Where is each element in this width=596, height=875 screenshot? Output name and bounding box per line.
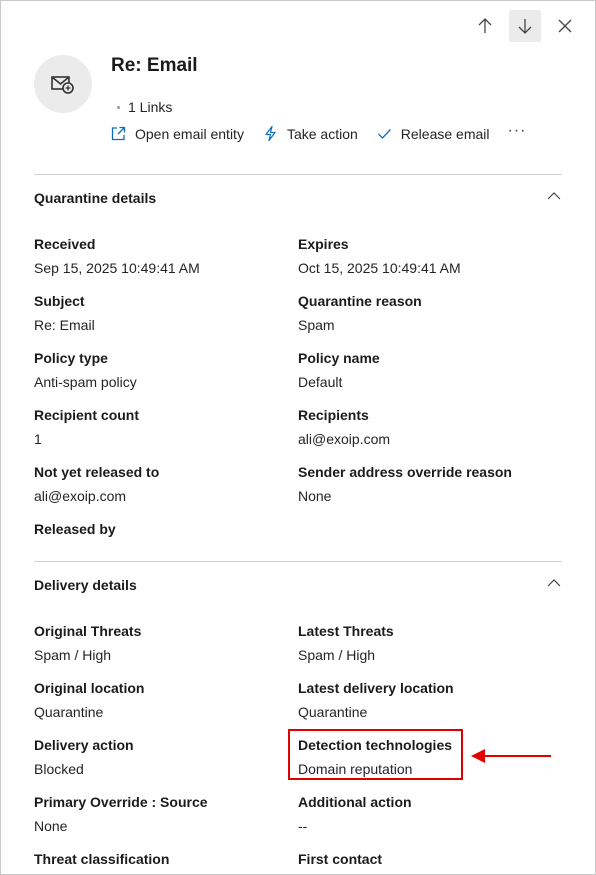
field-label: Delivery action xyxy=(34,737,134,753)
field-label: Policy type xyxy=(34,350,108,366)
field-label: Recipients xyxy=(298,407,369,423)
release-email-label: Release email xyxy=(400,125,490,142)
section-divider xyxy=(34,561,562,562)
close-icon xyxy=(558,19,572,33)
field-original-location: Original location Quarantine xyxy=(34,679,284,721)
field-subject: Subject Re: Email xyxy=(34,292,284,334)
field-label: Expires xyxy=(298,236,349,252)
field-label: Primary Override : Source xyxy=(34,794,208,810)
field-value: Quarantine xyxy=(298,704,368,720)
quarantine-details-title: Quarantine details xyxy=(34,190,157,206)
field-value: Sep 15, 2025 10:49:41 AM xyxy=(34,260,200,276)
field-label: Recipient count xyxy=(34,407,140,423)
links-count: 1 Links xyxy=(117,99,172,115)
field-released-by: Released by xyxy=(34,520,284,538)
field-value: ali@exoip.com xyxy=(298,431,391,447)
field-value: Spam / High xyxy=(34,647,112,663)
take-action-label: Take action xyxy=(286,125,358,142)
field-first-contact: First contact xyxy=(298,850,548,868)
field-recipient-count: Recipient count 1 xyxy=(34,406,284,448)
field-value: Default xyxy=(298,374,343,390)
field-label: Original location xyxy=(34,680,145,696)
field-recipients: Recipients ali@exoip.com xyxy=(298,406,548,448)
field-label: Released by xyxy=(34,521,116,537)
field-label: Threat classification xyxy=(34,851,170,867)
email-title: Re: Email xyxy=(111,55,198,76)
arrow-up-icon xyxy=(478,18,492,33)
field-policy-type: Policy type Anti-spam policy xyxy=(34,349,284,391)
field-value: Spam xyxy=(298,317,335,333)
field-received: Received Sep 15, 2025 10:49:41 AM xyxy=(34,235,284,277)
field-label: Not yet released to xyxy=(34,464,160,480)
field-value: -- xyxy=(298,818,308,834)
field-threat-classification: Threat classification xyxy=(34,850,284,868)
chevron-up-icon[interactable] xyxy=(546,188,562,209)
field-not-yet-released-to: Not yet released to ali@exoip.com xyxy=(34,463,284,505)
field-value: None xyxy=(34,818,68,834)
detection-technologies-highlight-box xyxy=(288,729,463,780)
field-primary-override-source: Primary Override : Source None xyxy=(34,793,284,835)
field-value: Anti-spam policy xyxy=(34,374,137,390)
field-label: Latest Threats xyxy=(298,623,394,639)
field-policy-name: Policy name Default xyxy=(298,349,548,391)
field-quarantine-reason: Quarantine reason Spam xyxy=(298,292,548,334)
field-label: Received xyxy=(34,236,96,252)
field-value: Re: Email xyxy=(34,317,95,333)
field-value: None xyxy=(298,488,332,504)
field-value: Quarantine xyxy=(34,704,104,720)
field-latest-delivery-location: Latest delivery location Quarantine xyxy=(298,679,548,721)
more-actions-button[interactable]: ··· xyxy=(508,122,527,140)
field-label: Latest delivery location xyxy=(298,680,454,696)
checkmark-icon xyxy=(377,129,391,139)
field-label: Policy name xyxy=(298,350,380,366)
email-avatar xyxy=(34,55,92,113)
links-label: 1 Links xyxy=(128,99,173,115)
action-bar: Open email entity Take action Release em… xyxy=(110,122,527,142)
field-latest-threats: Latest Threats Spam / High xyxy=(298,622,548,664)
field-original-threats: Original Threats Spam / High xyxy=(34,622,284,664)
open-external-icon xyxy=(111,126,126,141)
lightning-icon xyxy=(265,125,276,142)
field-label: Original Threats xyxy=(34,623,142,639)
field-additional-action: Additional action -- xyxy=(298,793,548,835)
take-action-button[interactable]: Take action xyxy=(262,125,358,142)
delivery-details-header[interactable]: Delivery details xyxy=(34,573,562,597)
field-delivery-action: Delivery action Blocked xyxy=(34,736,284,778)
field-value: Blocked xyxy=(34,761,84,777)
release-email-button[interactable]: Release email xyxy=(376,125,490,142)
field-sender-override-reason: Sender address override reason None xyxy=(298,463,564,505)
field-value: ali@exoip.com xyxy=(34,488,127,504)
delivery-details-title: Delivery details xyxy=(34,577,137,593)
previous-item-button[interactable] xyxy=(469,10,501,42)
open-email-entity-button[interactable]: Open email entity xyxy=(110,125,244,142)
email-details-panel: Re: Email 1 Links Open email entity Take… xyxy=(0,0,596,875)
quarantine-details-header[interactable]: Quarantine details xyxy=(34,186,562,210)
field-label: Sender address override reason xyxy=(298,464,512,480)
field-value: 1 xyxy=(34,431,42,447)
field-value: Spam / High xyxy=(298,647,376,663)
email-icon xyxy=(51,76,74,94)
field-label: Additional action xyxy=(298,794,412,810)
chevron-up-icon[interactable] xyxy=(546,575,562,596)
arrow-left-icon xyxy=(471,749,551,763)
field-label: Quarantine reason xyxy=(298,293,422,309)
field-value: Oct 15, 2025 10:49:41 AM xyxy=(298,260,461,276)
close-button[interactable] xyxy=(549,10,581,42)
open-email-entity-label: Open email entity xyxy=(135,125,244,142)
arrow-down-icon xyxy=(518,19,532,34)
field-label: Subject xyxy=(34,293,85,309)
panel-navigation xyxy=(469,10,581,42)
field-label: First contact xyxy=(298,851,383,867)
field-expires: Expires Oct 15, 2025 10:49:41 AM xyxy=(298,235,548,277)
next-item-button[interactable] xyxy=(509,10,541,42)
section-divider xyxy=(34,174,562,175)
bullet-dot xyxy=(117,105,120,109)
